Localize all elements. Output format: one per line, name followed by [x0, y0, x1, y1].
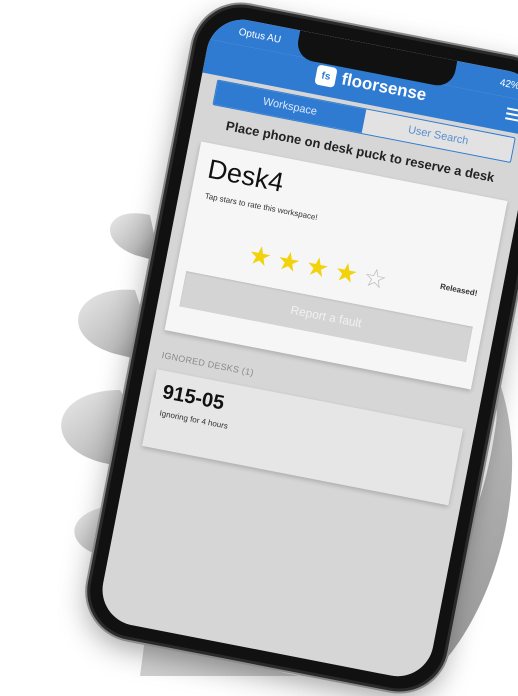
ignored-desk-item[interactable]: 915-05 Ignoring for 4 hours	[142, 369, 464, 506]
star-rating: ★ ★ ★ ★ ☆	[246, 239, 390, 295]
desk-status: Released!	[439, 281, 479, 298]
report-fault-button[interactable]: Report a fault	[179, 271, 473, 363]
desk-card: Desk4 Tap stars to rate this workspace! …	[164, 141, 508, 390]
logo-mark-icon: fs	[314, 64, 338, 88]
desk-name: Desk4	[205, 153, 287, 198]
star-icon-2[interactable]: ★	[275, 245, 304, 279]
star-icon-4[interactable]: ★	[332, 256, 361, 290]
carrier-label: Optus AU	[237, 26, 282, 46]
star-icon-1[interactable]: ★	[246, 239, 275, 273]
star-icon-3[interactable]: ★	[303, 250, 332, 284]
menu-icon[interactable]	[505, 107, 518, 123]
rate-hint: Tap stars to rate this workspace!	[204, 191, 319, 223]
star-icon-5[interactable]: ☆	[361, 261, 390, 295]
battery-label: 42%	[498, 77, 518, 93]
